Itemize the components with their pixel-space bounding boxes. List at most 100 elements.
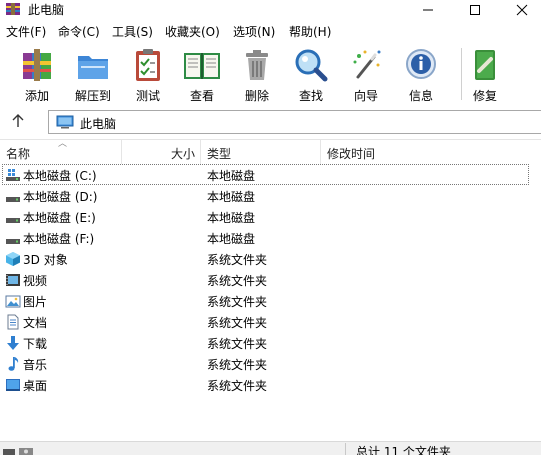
toolbar: 添加 解压到 测试 查看 删除 查找 向导 信息 修复 [0,42,541,104]
column-divider[interactable] [121,140,122,164]
table-row[interactable]: 音乐 系统文件夹 [0,353,541,374]
table-row[interactable]: 本地磁盘 (C:) 本地磁盘 [0,164,541,185]
view-label: 查看 [189,89,214,103]
row-name: 音乐 [23,358,48,372]
close-button[interactable] [499,0,541,19]
computer-icon [56,115,74,129]
row-type: 本地磁盘 [207,232,256,246]
status-text: 总计 11 个文件夹 [356,445,451,455]
test-button[interactable]: 测试 [120,45,176,103]
drive-c-icon [6,169,20,181]
row-type: 系统文件夹 [207,253,268,267]
menu-favorites[interactable]: 收藏夹(O) [165,23,220,40]
drive-icon [6,197,20,202]
test-clipboard-icon [136,49,160,81]
table-row[interactable]: 3D 对象 系统文件夹 [0,248,541,269]
sort-arrow-icon: ︿ [58,139,68,149]
menu-file[interactable]: 文件(F) [6,23,46,40]
address-row: 此电脑 [0,106,541,138]
row-type: 系统文件夹 [207,337,268,351]
row-type: 系统文件夹 [207,295,268,309]
row-name: 本地磁盘 (C:) [23,169,97,183]
minimize-button[interactable] [405,0,451,19]
table-row[interactable]: 桌面 系统文件夹 [0,374,541,395]
table-row[interactable]: 视频 系统文件夹 [0,269,541,290]
column-divider[interactable] [320,140,321,164]
3d-objects-icon [6,252,20,266]
find-label: 查找 [298,89,323,103]
address-bar[interactable]: 此电脑 [48,110,541,134]
menu-commands[interactable]: 命令(C) [58,23,100,40]
test-label: 测试 [135,89,160,103]
trash-icon [246,50,268,80]
title-bar: 此电脑 [0,0,541,19]
delete-label: 删除 [244,89,269,103]
delete-button[interactable]: 删除 [229,45,285,103]
row-name: 本地磁盘 (E:) [23,211,96,225]
extract-folder-icon [78,56,108,79]
extract-label: 解压到 [74,89,111,103]
row-type: 本地磁盘 [207,211,256,225]
menu-tools[interactable]: 工具(S) [112,23,153,40]
magnifier-icon [295,49,328,82]
maximize-icon [470,4,480,15]
videos-icon [6,274,20,286]
view-book-icon [184,53,220,79]
minimize-icon [423,9,433,10]
column-divider[interactable] [200,140,201,164]
row-name: 本地磁盘 (D:) [23,190,98,204]
winrar-icon [6,3,20,15]
menu-options[interactable]: 选项(N) [233,23,275,40]
row-type: 系统文件夹 [207,316,268,330]
documents-icon [7,314,19,330]
downloads-icon [7,336,19,350]
row-type: 系统文件夹 [207,379,268,393]
repair-label: 修复 [472,89,497,103]
menu-bar: 文件(F) 命令(C) 工具(S) 收藏夹(O) 选项(N) 帮助(H) [0,21,541,41]
column-header: ︿ 名称 大小 类型 修改时间 [0,139,541,164]
menu-help[interactable]: 帮助(H) [289,23,331,40]
table-row[interactable]: 本地磁盘 (E:) 本地磁盘 [0,206,541,227]
maximize-button[interactable] [452,0,498,19]
repair-kit-icon [475,50,495,80]
wizard-wand-icon [353,50,381,79]
view-button[interactable]: 查看 [174,45,230,103]
desktop-icon [6,379,20,391]
wizard-label: 向导 [353,89,378,103]
table-row[interactable]: 下载 系统文件夹 [0,332,541,353]
table-row[interactable]: 文档 系统文件夹 [0,311,541,332]
up-arrow-icon[interactable] [10,113,26,129]
wizard-button[interactable]: 向导 [338,45,394,103]
table-row[interactable]: 图片 系统文件夹 [0,290,541,311]
find-button[interactable]: 查找 [283,45,339,103]
address-text: 此电脑 [80,117,117,131]
row-name: 下载 [23,337,48,351]
window-title: 此电脑 [28,3,65,17]
column-name[interactable]: 名称 [6,145,30,162]
row-name: 文档 [23,316,48,330]
drive-status-icon [3,448,33,455]
row-name: 视频 [23,274,48,288]
row-type: 本地磁盘 [207,190,256,204]
repair-button[interactable]: 修复 [457,45,513,103]
row-name: 桌面 [23,379,48,393]
row-type: 系统文件夹 [207,358,268,372]
info-label: 信息 [408,89,433,103]
drive-icon [6,218,20,223]
row-name: 3D 对象 [23,253,68,267]
extract-button[interactable]: 解压到 [65,45,121,103]
row-name: 图片 [23,295,48,309]
column-type[interactable]: 类型 [207,145,231,162]
column-modified[interactable]: 修改时间 [327,145,375,162]
column-size[interactable]: 大小 [171,145,195,162]
music-icon [8,357,19,371]
info-button[interactable]: 信息 [393,45,449,103]
file-list: ︿ 名称 大小 类型 修改时间 本地磁盘 (C:) 本地磁盘 本地磁盘 (D:)… [0,139,541,441]
drive-icon [6,239,20,244]
table-row[interactable]: 本地磁盘 (F:) 本地磁盘 [0,227,541,248]
add-archive-icon [23,49,51,81]
add-button[interactable]: 添加 [9,45,65,103]
add-label: 添加 [24,89,49,103]
row-name: 本地磁盘 (F:) [23,232,95,246]
table-row[interactable]: 本地磁盘 (D:) 本地磁盘 [0,185,541,206]
